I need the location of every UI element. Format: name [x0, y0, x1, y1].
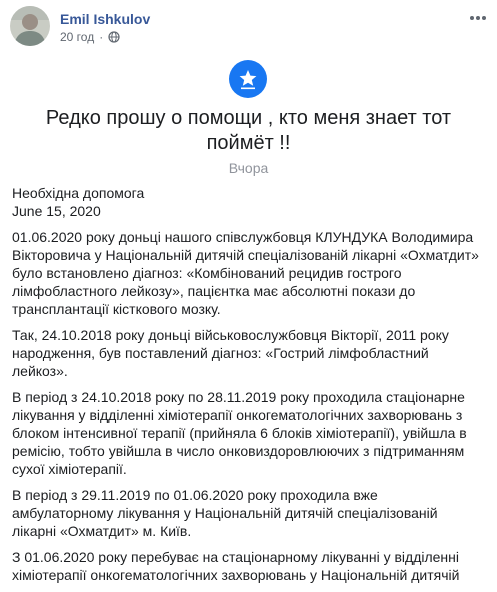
- post-date-label: Вчора: [228, 160, 269, 176]
- post-header: Emil Ishkulov 20 год ·: [10, 6, 487, 46]
- post-time[interactable]: 20 год: [60, 30, 94, 44]
- author-name[interactable]: Emil Ishkulov: [60, 11, 150, 27]
- post-paragraph: З 01.06.2020 року перебуває на стаціонар…: [12, 549, 460, 583]
- post-paragraph: Необхідна допомога: [12, 185, 145, 201]
- star-badge-icon: [229, 60, 267, 98]
- avatar[interactable]: [10, 6, 50, 46]
- more-options-icon[interactable]: [469, 8, 487, 22]
- post-paragraph: Так, 24.10.2018 року доньці військовослу…: [12, 327, 449, 379]
- globe-icon[interactable]: [108, 31, 120, 43]
- post-title: Редко прошу о помощи , кто меня знает то…: [45, 107, 452, 154]
- post-paragraph: June 15, 2020: [12, 203, 101, 219]
- post-body: Необхідна допомога June 15, 2020 01.06.2…: [12, 184, 482, 592]
- post-meta: 20 год ·: [60, 30, 120, 44]
- post-paragraph: В період з 24.10.2018 року по 28.11.2019…: [12, 389, 467, 477]
- profile-photo-icon: [10, 6, 50, 46]
- meta-separator: ·: [99, 30, 104, 44]
- post-paragraph: В період з 29.11.2019 по 01.06.2020 року…: [12, 487, 438, 539]
- post-paragraph: 01.06.2020 року доньці нашого співслужбо…: [12, 229, 479, 317]
